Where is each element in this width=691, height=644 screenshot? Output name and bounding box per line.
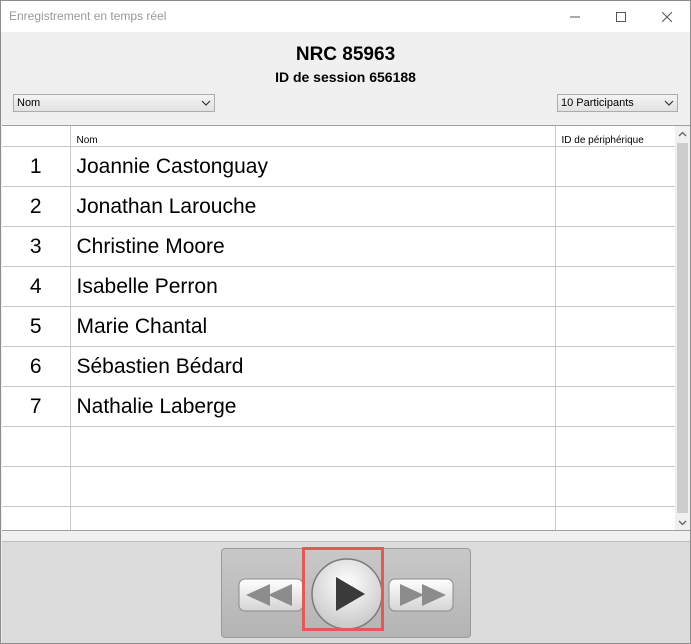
table-row[interactable]: [2, 426, 676, 467]
chevron-down-icon: [678, 520, 687, 525]
row-number: 5: [2, 306, 71, 347]
row-device-id: [555, 506, 676, 530]
row-name: Isabelle Perron: [70, 266, 556, 307]
row-device-id: [555, 426, 676, 467]
row-number: 1: [2, 146, 71, 187]
column-header-device-id[interactable]: ID de périphérique: [555, 126, 676, 147]
participants-table: Nom ID de périphérique 1 Joannie Castong…: [2, 125, 690, 531]
window-title: Enregistrement en temps réel: [9, 9, 167, 23]
scroll-down-button[interactable]: [675, 514, 690, 530]
row-number: [2, 466, 71, 507]
participants-select[interactable]: 10 Participants: [557, 94, 678, 112]
table-row[interactable]: [2, 506, 676, 530]
row-device-id: [555, 466, 676, 507]
row-number: 3: [2, 226, 71, 267]
maximize-icon: [616, 11, 626, 22]
row-device-id: [555, 306, 676, 347]
row-device-id: [555, 386, 676, 427]
row-device-id: [555, 346, 676, 387]
row-name: [70, 466, 556, 507]
row-name: [70, 506, 556, 530]
chevron-up-icon: [678, 131, 687, 136]
app-window: Enregistrement en temps réel NRC 85963 I…: [0, 0, 691, 644]
row-number: 6: [2, 346, 71, 387]
table-row[interactable]: [2, 466, 676, 507]
row-number: 4: [2, 266, 71, 307]
row-name: Jonathan Larouche: [70, 186, 556, 227]
nrc-title: NRC 85963: [295, 44, 396, 65]
sort-select-value: Nom: [17, 97, 41, 109]
play-button-highlight: [302, 547, 384, 631]
table-row[interactable]: 6 Sébastien Bédard: [2, 346, 676, 387]
row-number: 7: [2, 386, 71, 427]
row-device-id: [555, 146, 676, 187]
table-row[interactable]: 2 Jonathan Larouche: [2, 186, 676, 227]
row-name: [70, 426, 556, 467]
chevron-down-icon: [664, 100, 674, 106]
row-number: 2: [2, 186, 71, 227]
title-bar: Enregistrement en temps réel: [1, 1, 690, 32]
table-row[interactable]: 4 Isabelle Perron: [2, 266, 676, 307]
sort-select[interactable]: Nom: [13, 94, 215, 112]
vertical-scrollbar[interactable]: [675, 126, 690, 530]
table-header: Nom ID de périphérique: [2, 126, 676, 147]
minimize-button[interactable]: [552, 1, 598, 32]
close-button[interactable]: [644, 1, 690, 32]
table-row[interactable]: 5 Marie Chantal: [2, 306, 676, 347]
row-name: Joannie Castonguay: [70, 146, 556, 187]
scroll-up-button[interactable]: [675, 126, 690, 142]
participants-select-value: 10 Participants: [561, 97, 634, 109]
rewind-button[interactable]: [238, 578, 304, 612]
column-header-number[interactable]: [2, 126, 71, 147]
maximize-button[interactable]: [598, 1, 644, 32]
minimize-icon: [570, 16, 580, 17]
chevron-down-icon: [201, 100, 211, 106]
row-name: Christine Moore: [70, 226, 556, 267]
row-name: Sébastien Bédard: [70, 346, 556, 387]
scrollbar-thumb[interactable]: [677, 143, 688, 513]
participants-grid: Nom ID de périphérique 1 Joannie Castong…: [2, 126, 676, 530]
fast-forward-button[interactable]: [388, 578, 454, 612]
row-device-id: [555, 186, 676, 227]
table-row[interactable]: 7 Nathalie Laberge: [2, 386, 676, 427]
row-number: [2, 506, 71, 530]
column-header-name[interactable]: Nom: [70, 126, 556, 147]
row-name: Marie Chantal: [70, 306, 556, 347]
row-device-id: [555, 226, 676, 267]
row-number: [2, 426, 71, 467]
row-name: Nathalie Laberge: [70, 386, 556, 427]
table-row[interactable]: 3 Christine Moore: [2, 226, 676, 267]
table-row[interactable]: 1 Joannie Castonguay: [2, 146, 676, 187]
row-device-id: [555, 266, 676, 307]
close-icon: [662, 11, 672, 22]
session-id: ID de session 656188: [275, 69, 416, 85]
